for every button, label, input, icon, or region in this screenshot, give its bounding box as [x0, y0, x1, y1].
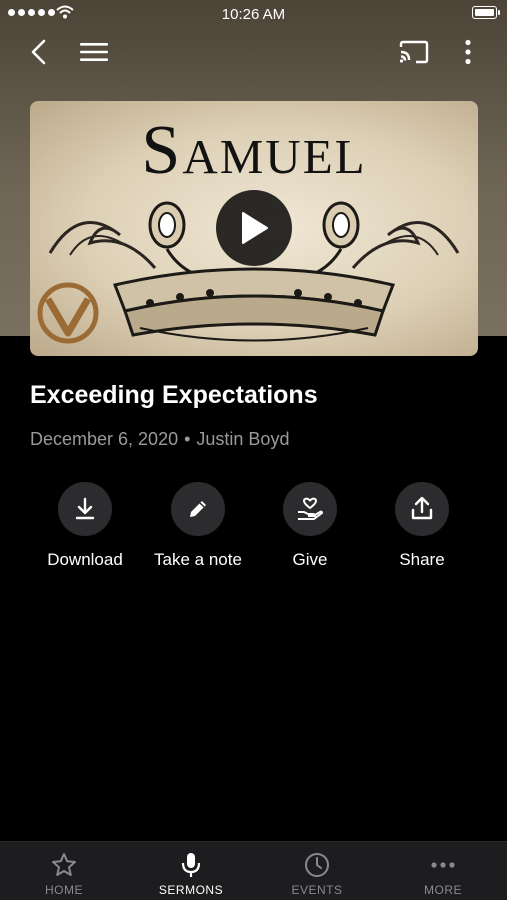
- share-icon: [411, 496, 433, 520]
- give-button[interactable]: Give: [250, 482, 370, 570]
- menu-button[interactable]: [74, 36, 114, 68]
- cast-button[interactable]: [394, 36, 434, 68]
- tab-sermons[interactable]: SERMONS: [128, 842, 254, 900]
- sermon-date: December 6, 2020: [30, 429, 179, 449]
- download-icon: [75, 497, 95, 520]
- more-vertical-icon: [465, 39, 471, 65]
- tab-more-label: MORE: [424, 883, 462, 897]
- download-button[interactable]: Download: [25, 482, 145, 570]
- tab-events-label: EVENTS: [291, 883, 343, 897]
- tab-sermons-label: SERMONS: [158, 883, 224, 897]
- play-icon: [242, 212, 268, 244]
- give-heart-hand-icon: [298, 497, 323, 520]
- back-icon: [31, 39, 46, 65]
- play-button[interactable]: [216, 190, 292, 266]
- sermon-speaker: Justin Boyd: [196, 429, 290, 449]
- star-icon: [52, 853, 76, 876]
- take-note-button[interactable]: Take a note: [138, 482, 258, 570]
- cast-icon: [399, 40, 429, 64]
- tab-more[interactable]: MORE: [380, 842, 506, 900]
- sermon-meta: December 6, 2020 • Justin Boyd: [30, 429, 289, 450]
- sermon-title: Exceeding Expectations: [30, 381, 318, 409]
- microphone-icon: [181, 853, 201, 877]
- more-options-button[interactable]: [452, 36, 484, 68]
- give-label: Give: [292, 550, 328, 569]
- tab-bar: HOME SERMONS EVENTS MORE: [0, 841, 507, 900]
- tab-events[interactable]: EVENTS: [254, 842, 380, 900]
- church-logo: [37, 282, 99, 344]
- tab-home-label: HOME: [45, 883, 83, 897]
- menu-icon: [80, 43, 108, 61]
- status-bar: 10:26 AM: [0, 0, 507, 28]
- pencil-icon: [190, 501, 206, 517]
- battery-icon: [472, 6, 500, 19]
- meta-separator: •: [184, 429, 191, 449]
- share-label: Share: [399, 550, 445, 569]
- tab-home[interactable]: HOME: [1, 842, 127, 900]
- take-note-label: Take a note: [154, 550, 242, 569]
- clock-icon: [305, 853, 329, 877]
- download-label: Download: [47, 550, 123, 569]
- status-time: 10:26 AM: [221, 6, 286, 23]
- more-horizontal-icon: [431, 862, 455, 868]
- share-button[interactable]: Share: [362, 482, 482, 570]
- back-button[interactable]: [22, 36, 54, 68]
- sermon-artwork[interactable]: Samuel: [30, 101, 478, 356]
